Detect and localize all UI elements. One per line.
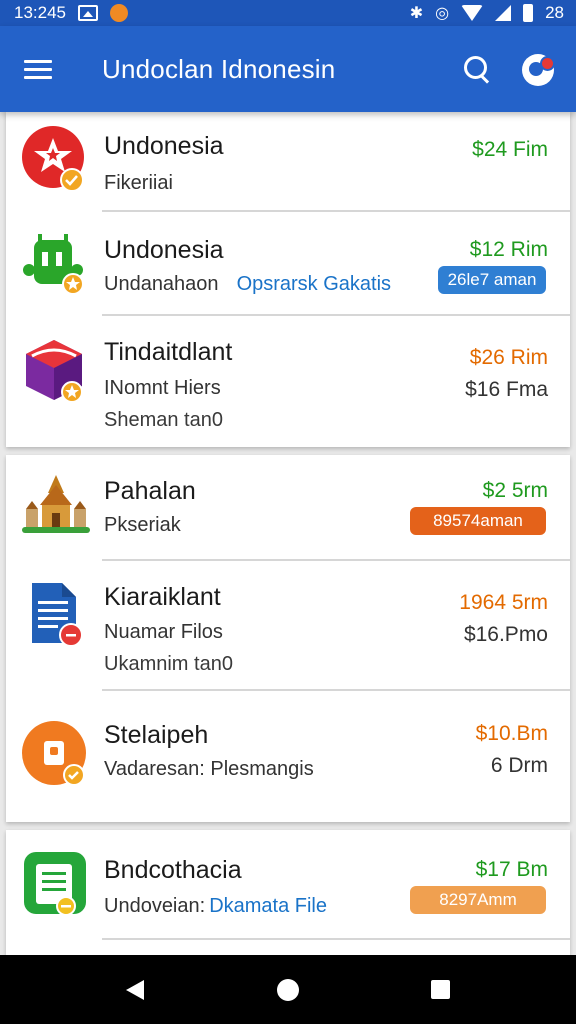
item-subtitle: Undoveian: Dkamata File — [104, 895, 327, 918]
temple-icon — [22, 471, 90, 539]
status-time: 13:245 — [14, 3, 66, 22]
home-icon[interactable] — [277, 979, 299, 1001]
status-bar: 13:245 ✱ ◎ 28 — [0, 0, 576, 26]
item-price-secondary: $16.Pmo — [463, 623, 548, 646]
menu-icon[interactable] — [24, 60, 52, 80]
item-subtitle: Fikeriiai — [104, 172, 173, 194]
item-price: $12 Rim — [469, 238, 548, 261]
item-link[interactable]: Opsrarsk Gakatis — [237, 273, 391, 295]
list-item[interactable]: Undonesia Fikeriiai $24 Fim — [6, 112, 570, 212]
app-notification-icon — [110, 4, 128, 22]
list-item[interactable]: Kiaraiklant Nuamar Filos Ukamnim tan0 19… — [6, 561, 570, 691]
notes-app-icon — [22, 850, 90, 918]
item-title: Undonesia — [104, 236, 224, 264]
item-subtitle: Nuamar Filos — [104, 621, 223, 643]
document-icon — [22, 579, 90, 647]
cube-app-icon — [22, 336, 90, 404]
image-notification-icon — [78, 5, 98, 21]
android-store-icon — [22, 230, 90, 298]
orange-app-icon — [22, 721, 90, 789]
list-item[interactable]: Tindaitdlant INomnt Hiers Sheman tan0 $2… — [6, 316, 570, 447]
recent-apps-icon[interactable] — [431, 980, 450, 999]
list-item[interactable]: Undonesia Undanahaon Opsrarsk Gakatis $12… — [6, 212, 570, 316]
item-title: Tindaitdlant — [104, 338, 233, 366]
item-subtitle: Undanahaon Opsrarsk Gakatis — [104, 273, 391, 296]
item-detail: Ukamnim tan0 — [104, 653, 233, 675]
signal-icon — [495, 5, 512, 21]
alarm-icon: ◎ — [435, 5, 450, 22]
item-price: $24 Fim — [472, 138, 548, 161]
item-price: $17 Bm — [475, 858, 548, 881]
app-bar: Undoclan Idnonesin — [0, 26, 576, 112]
item-title: Undonesia — [104, 132, 224, 160]
item-tag-pill[interactable]: 89574aman — [410, 507, 546, 535]
profile-icon[interactable] — [522, 54, 555, 86]
item-list: Undonesia Fikeriiai $24 Fim Undonesia Un… — [6, 112, 570, 955]
item-subtitle-text: Undoveian: — [104, 895, 206, 917]
item-title: Pahalan — [104, 477, 196, 505]
item-subtitle: Pkseriak — [104, 514, 181, 536]
item-subtitle: INomnt Hiers — [104, 377, 221, 399]
list-group: Bndcothacia Undoveian: Dkamata File $17 B… — [6, 830, 570, 955]
item-subtitle: Vadaresan: Plesmangis — [104, 758, 314, 780]
item-title: Kiaraiklant — [104, 583, 221, 611]
battery-icon — [523, 4, 534, 22]
item-price: $26 Rim — [469, 346, 548, 369]
item-title: Stelaipeh — [104, 721, 209, 749]
list-item[interactable]: Bndcothacia Undoveian: Dkamata File $17 B… — [6, 830, 570, 940]
divider — [102, 938, 570, 940]
star-badge-icon — [22, 124, 90, 192]
list-group: Undonesia Fikeriiai $24 Fim Undonesia Un… — [6, 112, 570, 447]
item-link[interactable]: Dkamata File — [209, 895, 327, 917]
item-price: $2 5rm — [482, 479, 548, 502]
item-price-secondary: $16 Fma — [465, 378, 548, 401]
item-tag-pill[interactable]: 8297Amm — [410, 886, 546, 914]
list-item[interactable]: Stelaipeh Vadaresan: Plesmangis $10.Bm 6… — [6, 691, 570, 822]
item-price: $10.Bm — [475, 722, 548, 745]
status-battery-text: 28 — [545, 3, 564, 22]
list-item[interactable]: Pahalan Pkseriak $2 5rm 89574aman — [6, 455, 570, 561]
bluetooth-icon: ✱ — [409, 5, 424, 22]
item-title: Bndcothacia — [104, 856, 242, 884]
list-group: Pahalan Pkseriak $2 5rm 89574aman Kiarai… — [6, 455, 570, 822]
item-tag-pill[interactable]: 26le7 aman — [438, 266, 546, 294]
item-price: 1964 5rm — [459, 591, 548, 614]
app-title: Undoclan Idnonesin — [102, 54, 336, 84]
item-subtitle-text: Undanahaon — [104, 273, 219, 295]
wifi-icon — [461, 5, 484, 21]
search-icon[interactable] — [464, 56, 492, 84]
item-price-secondary: 6 Drm — [490, 754, 548, 777]
back-icon[interactable] — [126, 980, 144, 1000]
item-detail: Sheman tan0 — [104, 409, 223, 431]
